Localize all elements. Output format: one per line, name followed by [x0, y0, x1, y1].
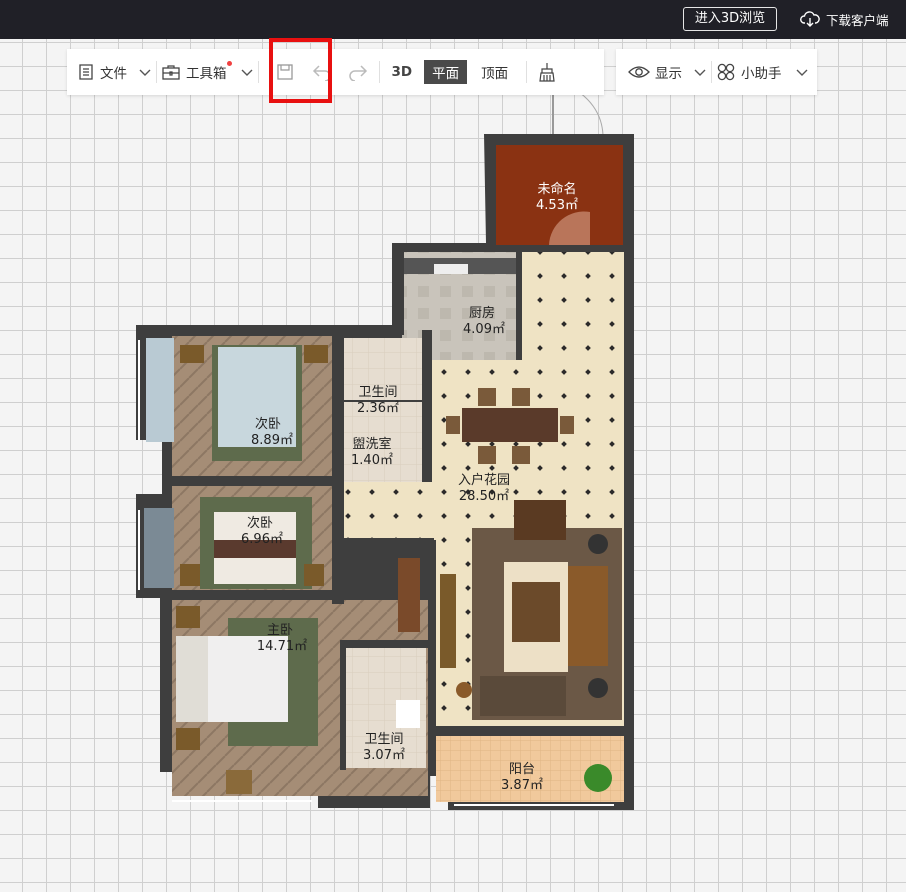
clover-icon — [717, 63, 735, 81]
main-toolbar: 文件 工具箱 3D 平面 顶面 — [67, 49, 604, 95]
notification-dot — [226, 61, 232, 66]
toolbar-divider — [378, 61, 380, 83]
file-icon — [79, 64, 93, 80]
label-balcony-name: 阳台 — [509, 762, 535, 777]
label-master-area: 14.71㎡ — [257, 639, 307, 654]
toolbox-label-wrap: 工具箱 — [186, 61, 232, 82]
label-garden-name: 入户花园 — [458, 472, 510, 488]
toolbar-divider — [257, 61, 259, 83]
label-kitchen-area: 4.09㎡ — [463, 322, 505, 337]
eye-icon — [628, 66, 650, 78]
display-menu[interactable]: 显示 — [624, 49, 711, 95]
chevron-down-icon — [694, 69, 706, 76]
label-unnamed-name: 未命名 — [537, 181, 576, 197]
label-bedroom2b-area: 6.96㎡ — [241, 532, 283, 547]
clear-button[interactable] — [533, 49, 561, 95]
label-bath2-name: 卫生间 — [364, 732, 403, 747]
view-plan-label: 平面 — [424, 60, 468, 84]
label-unnamed-area: 4.53㎡ — [536, 198, 578, 213]
file-menu-label: 文件 — [100, 66, 127, 82]
label-bath1-name: 卫生间 — [358, 385, 397, 400]
label-garden-area: 28.50㎡ — [459, 489, 509, 504]
view-ceiling-label: 顶面 — [481, 66, 509, 82]
chevron-down-icon — [241, 69, 252, 76]
view-plan-button[interactable]: 平面 — [420, 49, 471, 95]
toolbox-menu-label: 工具箱 — [186, 66, 227, 82]
toolbox-menu[interactable]: 工具箱 — [157, 49, 258, 95]
label-bath1-area: 2.36㎡ — [357, 401, 399, 416]
floor-plan[interactable]: 未命名 4.53㎡ 厨房 4.09㎡ 卫生间 2.36㎡ 盥洗室 1.40㎡ 次… — [0, 0, 906, 892]
file-menu[interactable]: 文件 — [73, 49, 156, 95]
display-toolbar: 显示 小助手 — [616, 49, 817, 95]
label-bedroom2b-name: 次卧 — [247, 515, 273, 531]
chevron-down-icon — [796, 69, 807, 76]
toolbar-divider — [526, 61, 528, 83]
toolbox-icon — [162, 65, 180, 80]
redo-button[interactable] — [343, 49, 373, 95]
display-menu-label: 显示 — [655, 66, 682, 82]
label-balcony-area: 3.87㎡ — [501, 778, 543, 793]
assistant-menu-label: 小助手 — [741, 66, 782, 82]
redo-icon — [348, 65, 367, 81]
label-master-name: 主卧 — [267, 623, 293, 638]
save-highlight-box — [269, 38, 332, 103]
label-washroom-area: 1.40㎡ — [351, 453, 393, 468]
label-bedroom2a-area: 8.89㎡ — [251, 433, 293, 448]
broom-icon — [539, 63, 555, 82]
chevron-down-icon — [139, 69, 151, 76]
assistant-menu[interactable]: 小助手 — [712, 49, 813, 95]
label-bedroom2a-name: 次卧 — [255, 416, 281, 432]
view-3d-button[interactable]: 3D — [388, 49, 417, 95]
view-ceiling-button[interactable]: 顶面 — [471, 49, 518, 95]
label-bath2-area: 3.07㎡ — [363, 748, 405, 763]
label-kitchen-name: 厨房 — [469, 305, 495, 321]
label-washroom-name: 盥洗室 — [352, 436, 391, 452]
